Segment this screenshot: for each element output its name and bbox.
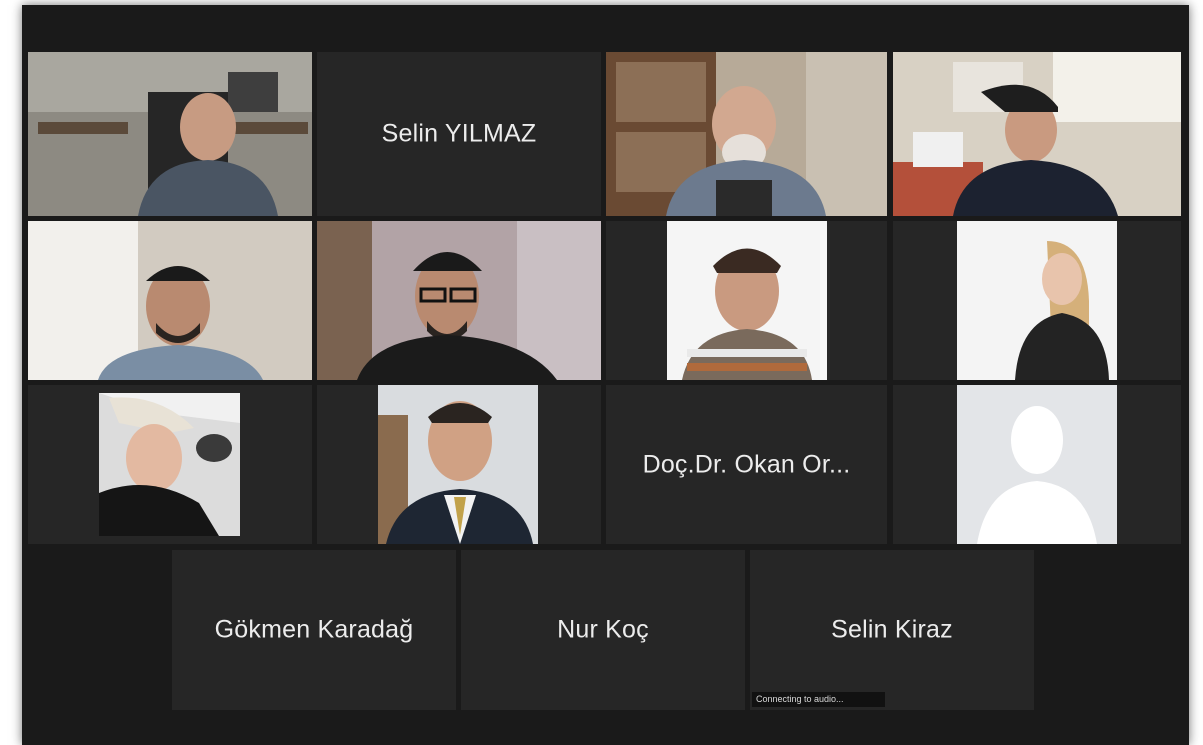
video-tile-okan[interactable]: Doç.Dr. Okan Or...: [606, 385, 887, 544]
video-tile-selin-kiraz[interactable]: Selin Kiraz: [750, 550, 1034, 710]
profile-photo-blonde-woman: [99, 393, 240, 536]
profile-photo-young-man: [667, 221, 827, 380]
video-tile-participant-8[interactable]: [893, 221, 1181, 380]
video-tile-participant-10[interactable]: [317, 385, 601, 544]
audio-status-label: Connecting to audio...: [752, 692, 885, 707]
video-tile-gokmen[interactable]: Gökmen Karadağ: [172, 550, 456, 710]
video-feed-bearded-man: [28, 221, 312, 380]
video-feed-office-man: [28, 52, 312, 216]
default-avatar-icon: [957, 385, 1117, 544]
video-tile-participant-12[interactable]: [893, 385, 1181, 544]
video-tile-participant-6[interactable]: [317, 221, 601, 380]
video-feed-speaking-man: [893, 52, 1181, 216]
participant-name: Gökmen Karadağ: [214, 615, 414, 644]
video-feed-bookshelf-man: [606, 52, 887, 216]
participant-name: Doç.Dr. Okan Or...: [642, 450, 851, 478]
video-tile-active-speaker[interactable]: [893, 52, 1181, 216]
video-tile-selin-yilmaz[interactable]: Selin YILMAZ: [317, 52, 601, 216]
participant-name: Nur Koç: [557, 615, 649, 644]
video-tile-participant-1[interactable]: [28, 52, 312, 216]
video-tile-participant-7[interactable]: [606, 221, 887, 380]
participant-name: Selin Kiraz: [831, 615, 953, 644]
video-tile-participant-5[interactable]: [28, 221, 312, 380]
participant-name: Selin YILMAZ: [381, 119, 537, 148]
profile-photo-woman: [957, 221, 1117, 380]
profile-photo-suited-man: [378, 385, 538, 544]
video-tile-participant-3[interactable]: [606, 52, 887, 216]
video-tile-nur[interactable]: Nur Koç: [461, 550, 745, 710]
video-tile-participant-9[interactable]: [28, 385, 312, 544]
video-feed-glasses-man: [317, 221, 601, 380]
